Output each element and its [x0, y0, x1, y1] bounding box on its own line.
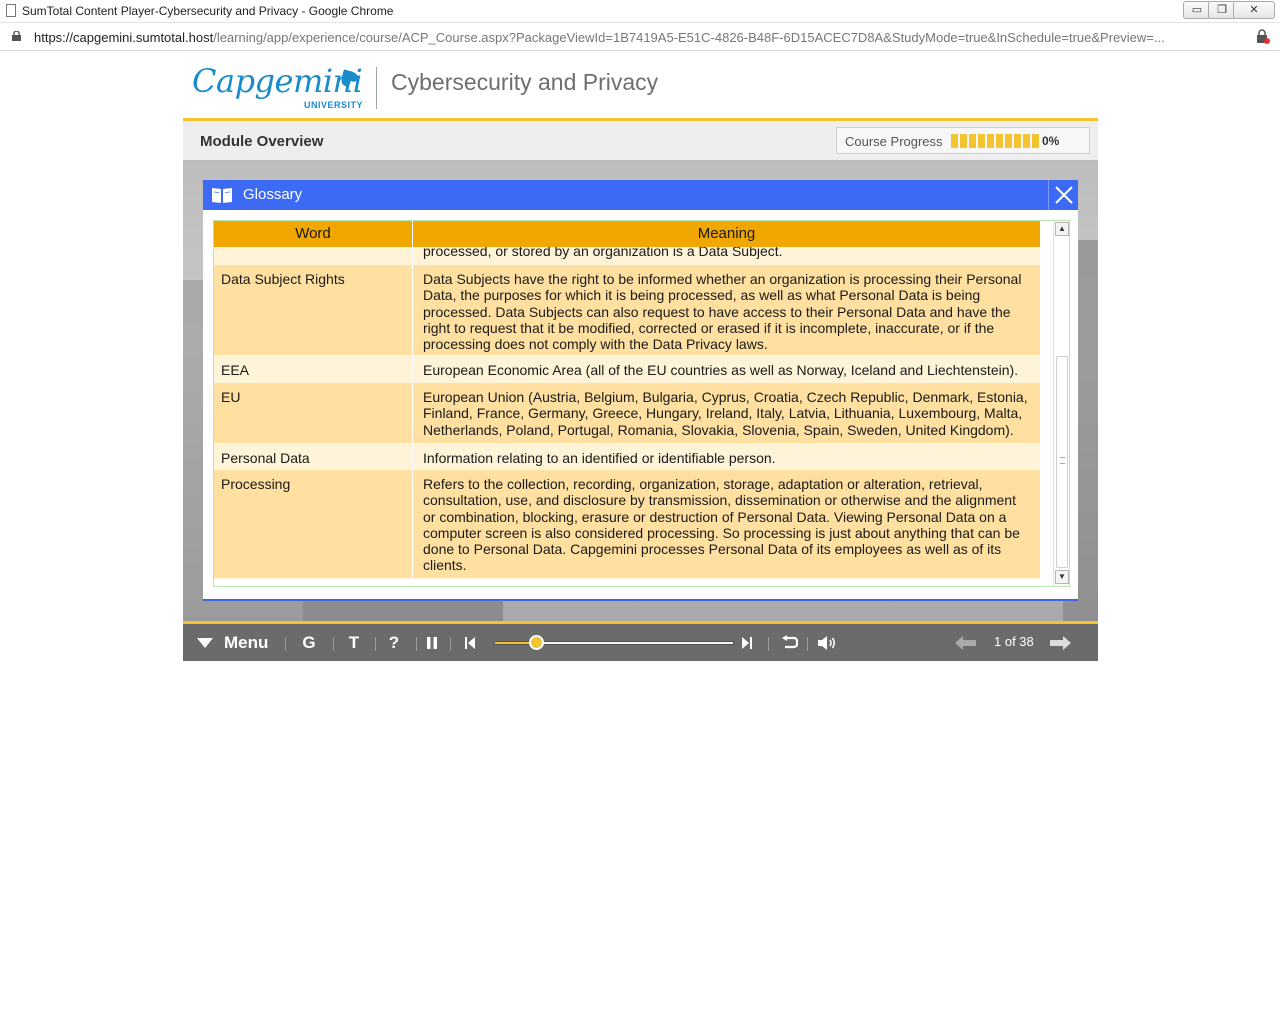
row-word: EU — [214, 383, 413, 443]
table-row: Data Subject Rights Data Subjects have t… — [214, 265, 1040, 356]
row-meaning: European Union (Austria, Belgium, Bulgar… — [423, 389, 1028, 438]
progress-bar — [951, 134, 1039, 148]
brand-subtitle: UNIVERSITY — [304, 100, 364, 110]
progress-segment — [1005, 134, 1012, 148]
module-bar: Module Overview Course Progress 0% — [183, 118, 1098, 160]
progress-segment — [1023, 134, 1030, 148]
progress-segment — [969, 134, 976, 148]
row-meaning: European Economic Area (all of the EU co… — [423, 362, 1019, 378]
lock-icon — [12, 31, 21, 41]
glossary-button[interactable]: G — [295, 624, 323, 661]
slider-knob[interactable] — [529, 635, 545, 650]
column-header-word: Word — [214, 221, 413, 247]
skip-forward-icon[interactable] — [741, 636, 753, 650]
table-row: Personal Data Information relating to an… — [214, 444, 1040, 470]
separator — [375, 637, 376, 651]
separator — [807, 637, 808, 651]
scroll-thumb[interactable] — [1056, 356, 1068, 568]
scroll-grip — [1060, 457, 1065, 464]
row-meaning: Data Subjects have the right to be infor… — [423, 271, 1022, 353]
separator — [285, 637, 286, 651]
separator — [768, 637, 769, 651]
progress-segment — [996, 134, 1003, 148]
close-window-button[interactable]: ✕ — [1233, 1, 1275, 19]
menu-triangle-icon — [197, 638, 213, 648]
glossary-scrollbar[interactable]: ▲ ▼ — [1053, 221, 1069, 586]
table-header: Word Meaning — [214, 221, 1040, 247]
page-indicator: 1 of 38 — [994, 634, 1034, 649]
url-path: /learning/app/experience/course/ACP_Cour… — [213, 30, 1165, 45]
scroll-down-button[interactable]: ▼ — [1055, 570, 1069, 584]
progress-segment — [978, 134, 985, 148]
scroll-up-button[interactable]: ▲ — [1055, 222, 1069, 236]
progress-segment — [987, 134, 994, 148]
volume-icon[interactable] — [817, 635, 837, 651]
separator — [333, 637, 334, 651]
restore-button[interactable]: ❐ — [1208, 1, 1236, 19]
separator — [450, 637, 451, 651]
close-glossary-button[interactable] — [1048, 180, 1078, 210]
capgemini-logo: Capgemini UNIVERSITY — [192, 62, 372, 112]
help-button[interactable]: ? — [381, 624, 407, 661]
progress-percent: 0% — [1042, 134, 1060, 148]
player-controlbar: Menu G T ? 1 of 38 — [183, 621, 1098, 661]
table-row: EEA European Economic Area (all of the E… — [214, 356, 1040, 383]
minimize-button[interactable]: ▭ — [1183, 1, 1211, 19]
row-word: Personal Data — [214, 444, 413, 469]
url-text[interactable]: https://capgemini.sumtotal.host/learning… — [34, 30, 1165, 45]
progress-segment — [960, 134, 967, 148]
previous-page-arrow-icon[interactable] — [955, 636, 977, 650]
progress-label: Course Progress — [845, 134, 943, 149]
course-progress: Course Progress 0% — [836, 127, 1090, 154]
book-icon — [212, 188, 232, 203]
separator — [416, 637, 417, 651]
progress-segment — [1032, 134, 1039, 148]
row-meaning: Refers to the collection, recording, org… — [423, 476, 1020, 574]
glossary-dialog: Glossary Word Meaning processed, or stor… — [203, 180, 1078, 601]
address-bar[interactable]: https://capgemini.sumtotal.host/learning… — [0, 24, 1280, 51]
skip-back-icon[interactable] — [464, 636, 476, 650]
spade-logo-icon — [341, 69, 358, 87]
progress-segment — [1014, 134, 1021, 148]
glossary-header: Glossary — [203, 180, 1078, 210]
row-word: Data Subject Rights — [214, 265, 413, 355]
module-title: Module Overview — [200, 133, 324, 150]
extension-shield-icon[interactable] — [1256, 29, 1270, 45]
table-row: EU European Union (Austria, Belgium, Bul… — [214, 383, 1040, 444]
table-row: Processing Refers to the collection, rec… — [214, 470, 1040, 579]
header-divider — [376, 67, 377, 109]
row-meaning: Information relating to an identified or… — [423, 450, 776, 466]
next-page-arrow-icon[interactable] — [1049, 636, 1071, 650]
transcript-button[interactable]: T — [341, 624, 367, 661]
url-host: https://capgemini.sumtotal.host — [34, 30, 214, 45]
glossary-title: Glossary — [243, 186, 303, 203]
column-header-meaning: Meaning — [697, 225, 756, 242]
browser-titlebar: SumTotal Content Player-Cybersecurity an… — [0, 0, 1280, 23]
glossary-table-frame[interactable]: Word Meaning processed, or stored by an … — [213, 220, 1070, 587]
row-word: EEA — [214, 356, 413, 382]
pause-icon[interactable] — [425, 636, 439, 650]
close-icon — [1055, 186, 1073, 204]
menu-label: Menu — [224, 633, 269, 652]
page-icon — [6, 4, 16, 17]
row-word: Processing — [214, 470, 413, 578]
progress-segment — [951, 134, 958, 148]
replay-icon[interactable] — [780, 635, 798, 651]
course-title: Cybersecurity and Privacy — [391, 69, 659, 95]
window-title: SumTotal Content Player-Cybersecurity an… — [22, 4, 394, 18]
menu-button[interactable]: Menu — [195, 624, 275, 661]
